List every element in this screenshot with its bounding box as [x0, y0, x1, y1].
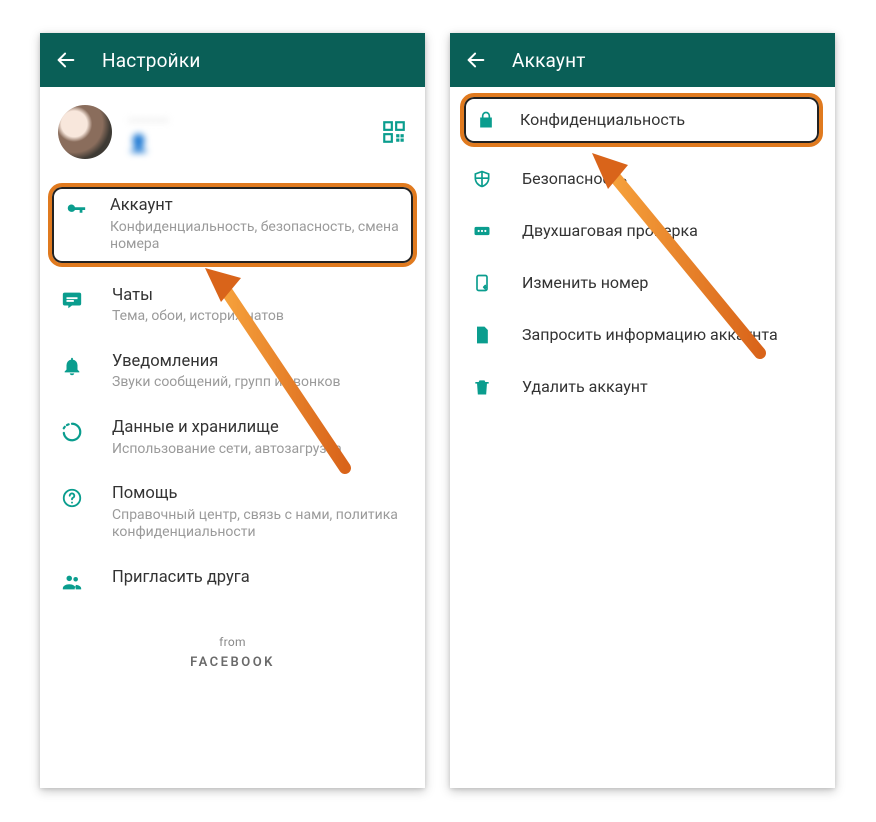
settings-item-account[interactable]: Аккаунт Конфиденциальность, безопасность…	[48, 183, 417, 267]
chat-icon	[60, 288, 84, 312]
bell-icon	[60, 354, 84, 378]
footer-brand: FACEBOOK	[40, 655, 425, 670]
help-icon	[60, 486, 84, 510]
item-desc: Конфиденциальность, безопасность, смена …	[110, 219, 401, 254]
account-item-twostep[interactable]: Двухшаговая проверка	[450, 205, 835, 257]
profile-name-area: ········ 👤	[128, 111, 365, 154]
data-usage-icon	[60, 420, 84, 444]
item-desc: Звуки сообщений, групп и звонков	[112, 374, 405, 392]
item-desc: Справочный центр, связь с нами, политика…	[112, 507, 405, 542]
item-label: Помощь	[112, 484, 405, 505]
phone-account: Аккаунт Конфиденциальность Безопасность …	[450, 33, 835, 788]
settings-item-notifications[interactable]: Уведомления Звуки сообщений, групп и зво…	[40, 339, 425, 405]
qr-icon[interactable]	[381, 119, 407, 145]
appbar-settings: Настройки	[40, 33, 425, 87]
settings-item-data[interactable]: Данные и хранилище Использование сети, а…	[40, 405, 425, 471]
item-label: Уведомления	[112, 352, 405, 373]
pin-icon	[470, 219, 494, 243]
profile-status: 👤	[128, 134, 365, 154]
lock-icon	[474, 108, 498, 132]
item-desc: Использование сети, автозагрузка	[112, 441, 405, 459]
account-item-change-number[interactable]: Изменить номер	[450, 257, 835, 309]
avatar	[58, 105, 112, 159]
item-desc: Тема, обои, история чатов	[112, 308, 405, 326]
item-label: Аккаунт	[110, 196, 401, 217]
item-label: Удалить аккаунт	[522, 377, 648, 397]
phone-settings: Настройки ········ 👤 Аккаунт	[40, 33, 425, 788]
account-item-request-info[interactable]: Запросить информацию аккаунта	[450, 309, 835, 361]
sim-icon	[470, 271, 494, 295]
appbar-title: Настройки	[102, 49, 200, 72]
account-item-privacy[interactable]: Конфиденциальность	[460, 93, 823, 147]
settings-item-invite[interactable]: Пригласить друга	[40, 555, 425, 607]
shield-icon	[470, 167, 494, 191]
back-icon[interactable]	[54, 48, 78, 72]
back-icon[interactable]	[464, 48, 488, 72]
settings-item-help[interactable]: Помощь Справочный центр, связь с нами, п…	[40, 471, 425, 555]
item-label: Пригласить друга	[112, 568, 405, 589]
item-label: Конфиденциальность	[520, 110, 685, 130]
item-label: Безопасность	[522, 169, 627, 189]
account-item-delete[interactable]: Удалить аккаунт	[450, 361, 835, 413]
item-label: Запросить информацию аккаунта	[522, 325, 778, 345]
trash-icon	[470, 375, 494, 399]
document-icon	[470, 323, 494, 347]
profile-row[interactable]: ········ 👤	[40, 87, 425, 177]
key-icon	[64, 198, 88, 222]
people-icon	[60, 570, 84, 594]
footer-from: from	[40, 635, 425, 649]
item-label: Изменить номер	[522, 273, 648, 293]
account-item-security[interactable]: Безопасность	[450, 153, 835, 205]
item-label: Двухшаговая проверка	[522, 221, 698, 241]
footer: from FACEBOOK	[40, 635, 425, 670]
item-label: Чаты	[112, 286, 405, 307]
profile-name: ········	[128, 111, 365, 132]
item-label: Данные и хранилище	[112, 418, 405, 439]
settings-item-chats[interactable]: Чаты Тема, обои, история чатов	[40, 273, 425, 339]
appbar-account: Аккаунт	[450, 33, 835, 87]
appbar-title: Аккаунт	[512, 49, 586, 72]
